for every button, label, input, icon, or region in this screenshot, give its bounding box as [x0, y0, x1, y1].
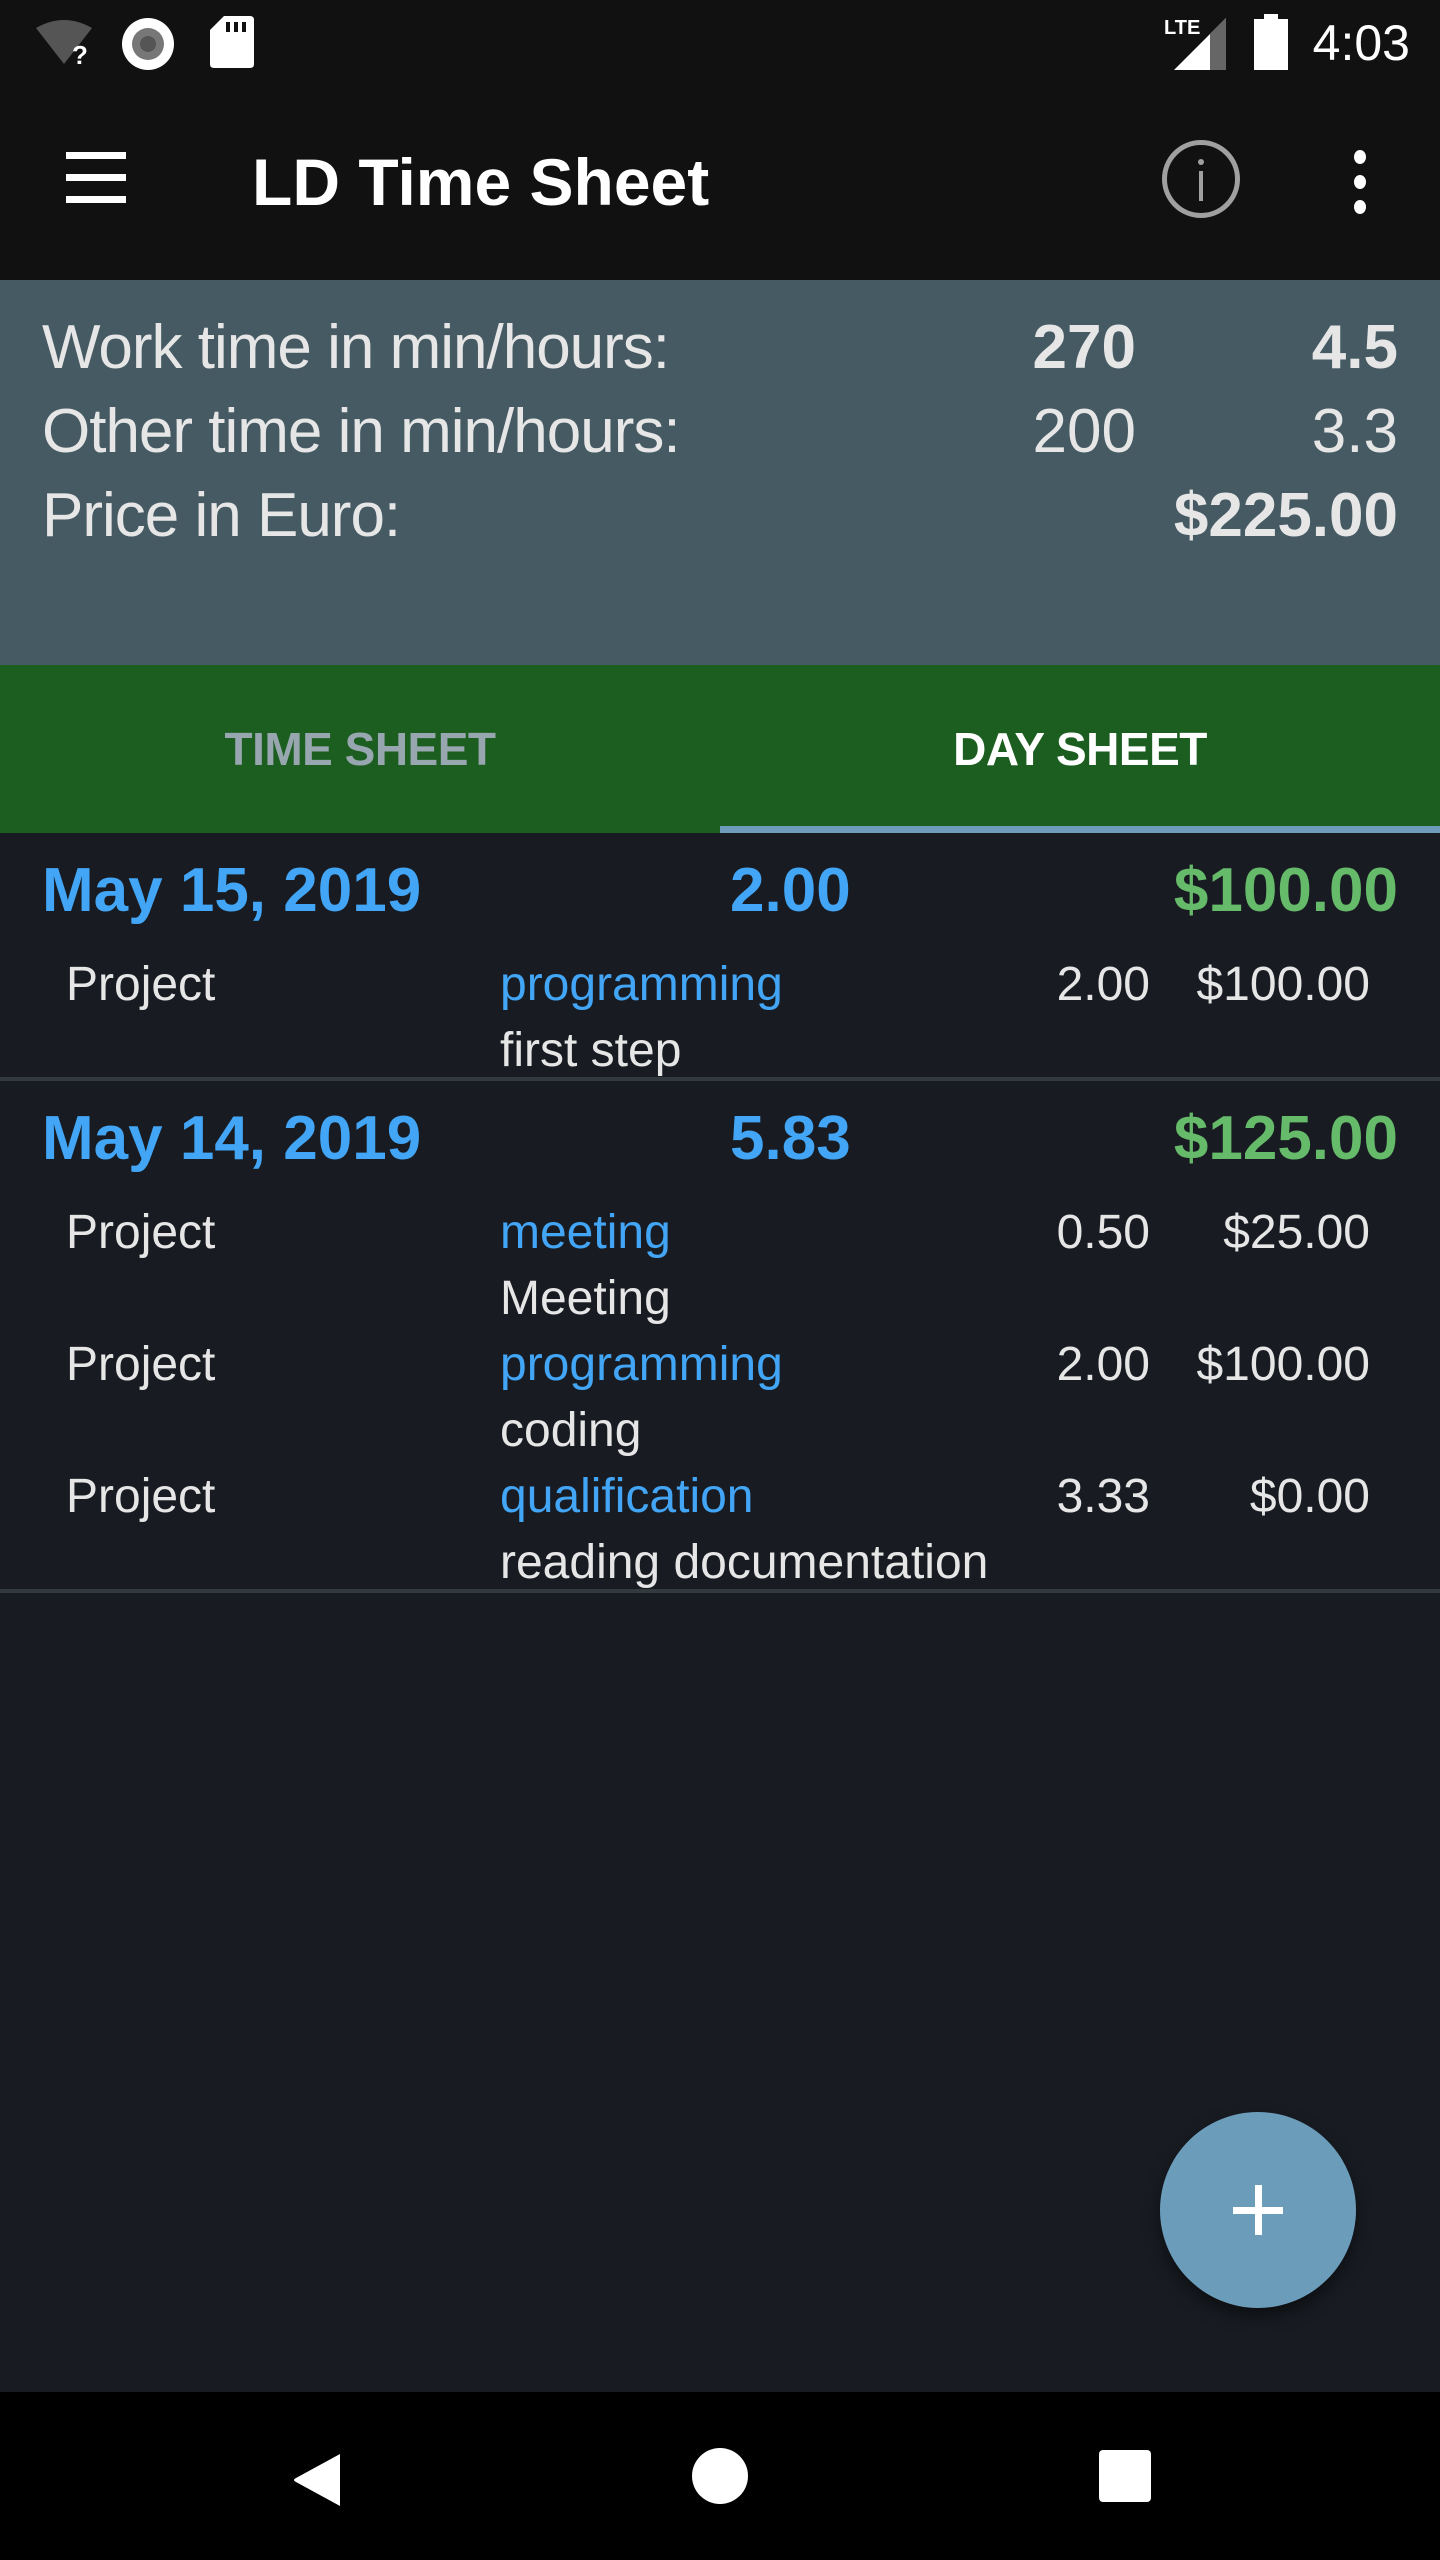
entry-activity: meeting — [500, 1206, 671, 1259]
entry-hours: 2.00 — [1056, 1338, 1150, 1391]
day-group[interactable]: May 15, 2019 2.00 $100.00 Project progra… — [0, 833, 1440, 1081]
entry-hours: 0.50 — [1056, 1206, 1150, 1259]
add-entry-button[interactable] — [1160, 2112, 1356, 2308]
entry-price: $100.00 — [1196, 1338, 1370, 1391]
record-icon — [122, 18, 174, 70]
tab-bar: TIME SHEET DAY SHEET — [0, 665, 1440, 833]
more-vert-icon[interactable] — [1346, 150, 1376, 214]
sd-card-icon — [210, 16, 254, 68]
day-price: $100.00 — [1173, 856, 1398, 925]
app-bar: LD Time Sheet — [0, 88, 1440, 280]
entry-note: reading documentation — [500, 1536, 989, 1589]
time-entry[interactable]: Project programming first step 2.00 $100… — [0, 945, 1440, 1077]
entry-price: $100.00 — [1196, 958, 1370, 1011]
day-price: $125.00 — [1173, 1104, 1398, 1173]
price-label: Price in Euro: — [42, 481, 401, 550]
day-list: May 15, 2019 2.00 $100.00 Project progra… — [0, 833, 1440, 1593]
tab-day-sheet[interactable]: DAY SHEET — [720, 665, 1440, 833]
entry-hours: 3.33 — [1056, 1470, 1150, 1523]
entry-note: coding — [500, 1404, 642, 1457]
entry-note: Meeting — [500, 1272, 671, 1325]
home-icon — [692, 2448, 748, 2504]
navigation-bar — [0, 2392, 1440, 2560]
day-hours: 2.00 — [730, 856, 851, 925]
tab-time-sheet[interactable]: TIME SHEET — [0, 665, 720, 833]
work-time-hours: 4.5 — [1311, 313, 1398, 382]
day-date: May 14, 2019 — [42, 1104, 422, 1173]
entry-hours: 2.00 — [1056, 958, 1150, 1011]
status-bar: ? LTE 4:03 — [0, 0, 1440, 88]
svg-text:LTE: LTE — [1164, 17, 1200, 39]
entry-activity: programming — [500, 958, 783, 1011]
work-time-label: Work time in min/hours: — [42, 313, 670, 382]
day-date: May 15, 2019 — [42, 856, 422, 925]
price-total: $225.00 — [1173, 481, 1398, 550]
svg-text:?: ? — [72, 40, 88, 66]
work-time-minutes: 270 — [1032, 313, 1136, 382]
price-row: Price in Euro: $225.00 — [42, 480, 1398, 560]
entry-project: Project — [66, 958, 216, 1011]
info-icon[interactable] — [1162, 140, 1240, 218]
day-group[interactable]: May 14, 2019 5.83 $125.00 Project meetin… — [0, 1081, 1440, 1593]
entry-price: $0.00 — [1249, 1470, 1370, 1523]
time-entry[interactable]: Project qualification reading documentat… — [0, 1457, 1440, 1589]
recents-button[interactable] — [1044, 2392, 1204, 2560]
back-button[interactable] — [236, 2392, 396, 2560]
entry-note: first step — [500, 1024, 682, 1077]
entry-project: Project — [66, 1338, 216, 1391]
wifi-unknown-icon: ? — [36, 20, 92, 66]
summary-panel: Work time in min/hours: 270 4.5 Other ti… — [0, 280, 1440, 665]
recents-icon — [1099, 2450, 1151, 2502]
day-hours: 5.83 — [730, 1104, 851, 1173]
work-time-row: Work time in min/hours: 270 4.5 — [42, 312, 1398, 392]
menu-icon[interactable] — [60, 152, 132, 208]
time-entry[interactable]: Project programming coding 2.00 $100.00 — [0, 1325, 1440, 1457]
lte-signal-icon: LTE — [1164, 17, 1226, 70]
app-title: LD Time Sheet — [252, 145, 710, 219]
battery-icon — [1254, 14, 1288, 70]
clock: 4:03 — [1312, 15, 1410, 71]
day-header: May 15, 2019 2.00 $100.00 — [0, 833, 1440, 945]
day-header: May 14, 2019 5.83 $125.00 — [0, 1081, 1440, 1193]
other-time-hours: 3.3 — [1311, 397, 1398, 466]
other-time-row: Other time in min/hours: 200 3.3 — [42, 396, 1398, 476]
entry-project: Project — [66, 1470, 216, 1523]
back-icon — [294, 2454, 340, 2506]
entry-activity: programming — [500, 1338, 783, 1391]
entry-activity: qualification — [500, 1470, 754, 1523]
other-time-label: Other time in min/hours: — [42, 397, 681, 466]
entry-project: Project — [66, 1206, 216, 1259]
home-button[interactable] — [640, 2392, 800, 2560]
entry-price: $25.00 — [1223, 1206, 1370, 1259]
other-time-minutes: 200 — [1032, 397, 1136, 466]
time-entry[interactable]: Project meeting Meeting 0.50 $25.00 — [0, 1193, 1440, 1325]
